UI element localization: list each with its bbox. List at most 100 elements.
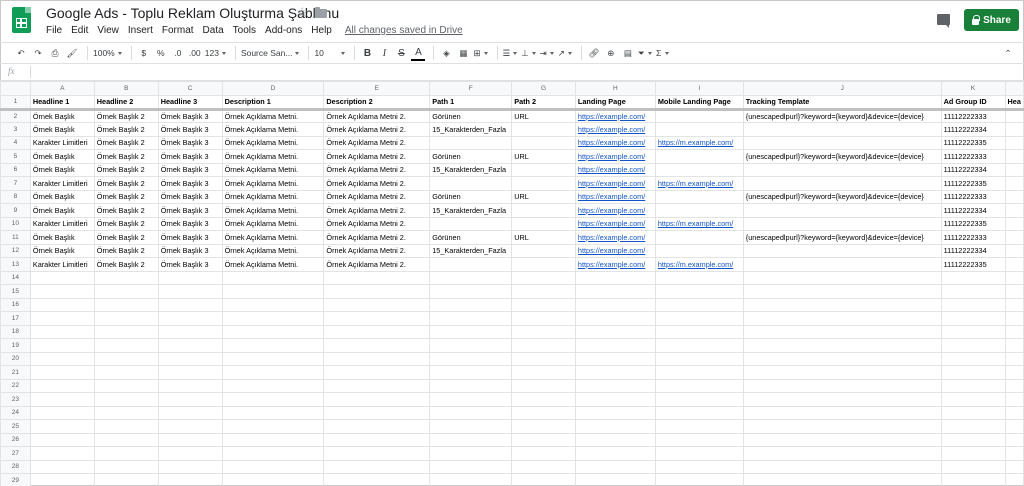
cell[interactable] bbox=[654, 162, 744, 177]
cell[interactable] bbox=[742, 446, 942, 461]
cell[interactable]: 11112222335 bbox=[940, 176, 1006, 191]
cell[interactable] bbox=[940, 351, 1006, 366]
cell[interactable]: Örnek Başlık 3 bbox=[157, 108, 223, 123]
cell[interactable]: Örnek Açıklama Metni 2. bbox=[323, 189, 431, 204]
cell[interactable] bbox=[29, 338, 95, 353]
strikethrough-button[interactable]: S bbox=[394, 45, 408, 61]
cell[interactable]: Örnek Açıklama Metni 2. bbox=[323, 162, 431, 177]
undo-icon[interactable]: ↶ bbox=[14, 45, 28, 61]
cell[interactable] bbox=[511, 405, 576, 420]
cell[interactable] bbox=[574, 297, 656, 312]
cell[interactable]: Ad Group ID bbox=[940, 95, 1006, 111]
cell[interactable] bbox=[654, 419, 744, 434]
cell[interactable] bbox=[29, 351, 95, 366]
cell[interactable] bbox=[654, 432, 744, 447]
cell[interactable] bbox=[654, 243, 744, 258]
cell[interactable] bbox=[511, 365, 576, 380]
zoom-select[interactable]: 100% bbox=[93, 45, 123, 61]
cell[interactable] bbox=[654, 405, 744, 420]
cell[interactable] bbox=[940, 473, 1006, 486]
cell[interactable] bbox=[323, 392, 431, 407]
cell[interactable]: Örnek Açıklama Metni. bbox=[221, 135, 325, 150]
cell[interactable] bbox=[1004, 432, 1024, 447]
row-number[interactable]: 1 bbox=[0, 95, 31, 111]
cell[interactable] bbox=[742, 257, 942, 272]
cell[interactable] bbox=[511, 473, 576, 486]
cell[interactable] bbox=[574, 351, 656, 366]
cell[interactable] bbox=[1004, 203, 1024, 218]
cell[interactable]: 11112222335 bbox=[940, 216, 1006, 231]
row-number[interactable]: 29 bbox=[0, 473, 31, 486]
cell[interactable] bbox=[654, 311, 744, 326]
cell[interactable] bbox=[511, 243, 576, 258]
cell[interactable] bbox=[93, 378, 159, 393]
cell[interactable] bbox=[157, 324, 223, 339]
cell[interactable]: URL bbox=[511, 189, 576, 204]
cell[interactable] bbox=[221, 311, 325, 326]
cell[interactable]: 15_Karakterden_Fazla bbox=[429, 243, 513, 258]
insert-link-icon[interactable]: 🔗︎ bbox=[587, 45, 601, 61]
cell[interactable] bbox=[1004, 473, 1024, 486]
redo-icon[interactable]: ↷ bbox=[31, 45, 45, 61]
cell[interactable] bbox=[93, 459, 159, 474]
row-number[interactable]: 13 bbox=[0, 257, 31, 272]
cell[interactable]: Örnek Başlık 2 bbox=[93, 122, 159, 137]
cell[interactable] bbox=[93, 446, 159, 461]
cell[interactable] bbox=[29, 432, 95, 447]
row-number[interactable]: 2 bbox=[0, 108, 31, 123]
cell[interactable]: 11112222334 bbox=[940, 243, 1006, 258]
cell[interactable]: Headline 2 bbox=[93, 95, 159, 111]
cell[interactable]: 11112222335 bbox=[940, 257, 1006, 272]
merge-cells-icon[interactable]: ⊞ bbox=[473, 45, 488, 61]
cell[interactable] bbox=[742, 135, 942, 150]
row-number[interactable]: 7 bbox=[0, 176, 31, 191]
cell[interactable] bbox=[221, 324, 325, 339]
cell[interactable] bbox=[29, 378, 95, 393]
cell[interactable] bbox=[1004, 324, 1024, 339]
cell[interactable] bbox=[1004, 351, 1024, 366]
cell[interactable] bbox=[742, 297, 942, 312]
cell[interactable] bbox=[574, 473, 656, 486]
cell[interactable]: Örnek Açıklama Metni 2. bbox=[323, 243, 431, 258]
cell[interactable] bbox=[654, 446, 744, 461]
cell[interactable]: Örnek Açıklama Metni. bbox=[221, 108, 325, 123]
cell[interactable]: Örnek Açıklama Metni. bbox=[221, 216, 325, 231]
cell[interactable]: 11112222334 bbox=[940, 203, 1006, 218]
cell[interactable] bbox=[574, 270, 656, 285]
cell[interactable] bbox=[93, 284, 159, 299]
row-number[interactable]: 18 bbox=[0, 324, 31, 339]
column-header[interactable]: F bbox=[429, 81, 513, 96]
cell[interactable] bbox=[742, 203, 942, 218]
cell[interactable] bbox=[93, 297, 159, 312]
row-number[interactable]: 26 bbox=[0, 432, 31, 447]
cell[interactable] bbox=[940, 459, 1006, 474]
cell[interactable]: Örnek Başlık bbox=[29, 108, 95, 123]
cell[interactable]: Örnek Başlık 2 bbox=[93, 176, 159, 191]
cell[interactable]: https://example.com/ bbox=[574, 230, 656, 245]
menu-data[interactable]: Data bbox=[203, 25, 224, 36]
row-number[interactable]: 12 bbox=[0, 243, 31, 258]
cell[interactable] bbox=[940, 338, 1006, 353]
cell[interactable] bbox=[940, 446, 1006, 461]
cell[interactable] bbox=[742, 459, 942, 474]
cell[interactable] bbox=[429, 257, 513, 272]
cell[interactable]: Örnek Başlık 2 bbox=[93, 149, 159, 164]
cell[interactable] bbox=[511, 378, 576, 393]
cell[interactable] bbox=[323, 284, 431, 299]
cell[interactable]: Örnek Başlık bbox=[29, 162, 95, 177]
row-number[interactable]: 20 bbox=[0, 351, 31, 366]
cell[interactable]: Karakter Limitleri bbox=[29, 135, 95, 150]
cell[interactable] bbox=[511, 203, 576, 218]
cell[interactable]: Örnek Başlık 2 bbox=[93, 230, 159, 245]
cell[interactable] bbox=[1004, 419, 1024, 434]
cell[interactable] bbox=[29, 459, 95, 474]
cell[interactable] bbox=[429, 284, 513, 299]
cell[interactable]: Örnek Açıklama Metni 2. bbox=[323, 108, 431, 123]
cell[interactable]: Örnek Açıklama Metni 2. bbox=[323, 176, 431, 191]
column-header[interactable]: D bbox=[221, 81, 325, 96]
cell[interactable] bbox=[1004, 270, 1024, 285]
vertical-align-icon[interactable]: ⊥ bbox=[521, 45, 536, 61]
cell[interactable]: https://example.com/ bbox=[574, 149, 656, 164]
cell[interactable] bbox=[1004, 365, 1024, 380]
cell[interactable]: Örnek Açıklama Metni 2. bbox=[323, 135, 431, 150]
